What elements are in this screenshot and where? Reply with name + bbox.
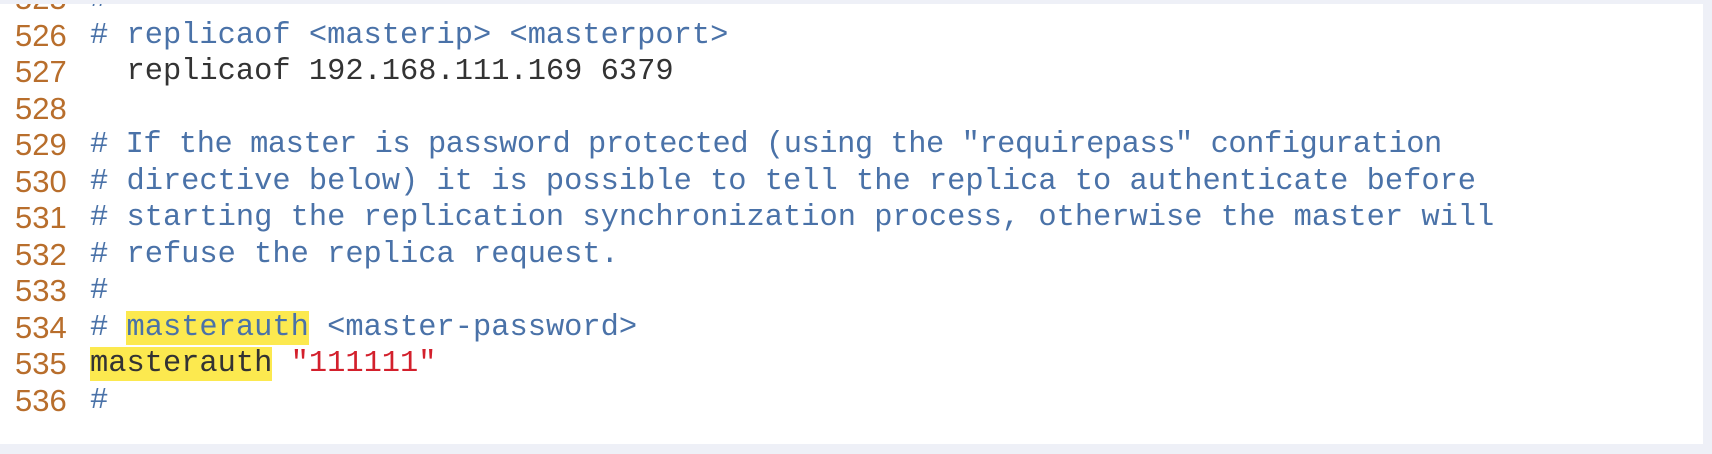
comment: # directive below) it is possible to tel… [90,164,1477,199]
code-text: replicaof 192.168.111.169 6379 [90,55,674,89]
comment: # [90,383,109,418]
line-number: 528 [15,90,67,126]
line-number: 534 [15,309,67,345]
comment: # starting the replication synchronizati… [90,201,1495,235]
comment: # masterauth <master-password> [90,310,637,347]
line-number: 531 [15,200,67,235]
string-value: "111111" [290,347,437,381]
line-number: 532 [15,236,67,272]
search-match-highlight: masterauth [126,310,309,345]
comment: # If the master is password protected (u… [90,128,1442,162]
line-number: 527 [15,54,67,89]
search-match-highlight: masterauth [90,347,273,381]
line-number: 525 [15,4,75,18]
line-number: 535 [15,346,67,381]
comment: # [90,4,108,18]
line-number: 536 [15,382,67,418]
comment: # [90,274,109,308]
line-number: 529 [15,127,67,162]
comment: # replicaof <masterip> <masterport> [90,18,729,53]
comment-prefix: # [90,310,127,345]
comment: # refuse the replica request. [90,237,619,272]
code-text: masterauth "111111" [90,346,437,383]
line-number: 533 [15,273,67,308]
line-number: 526 [15,17,67,53]
text-editor[interactable]: 525 # 526 # replicaof <masterip> <masterpo… [0,4,1703,444]
line-number: 530 [15,163,67,199]
comment-suffix: <master-password> [308,310,638,345]
